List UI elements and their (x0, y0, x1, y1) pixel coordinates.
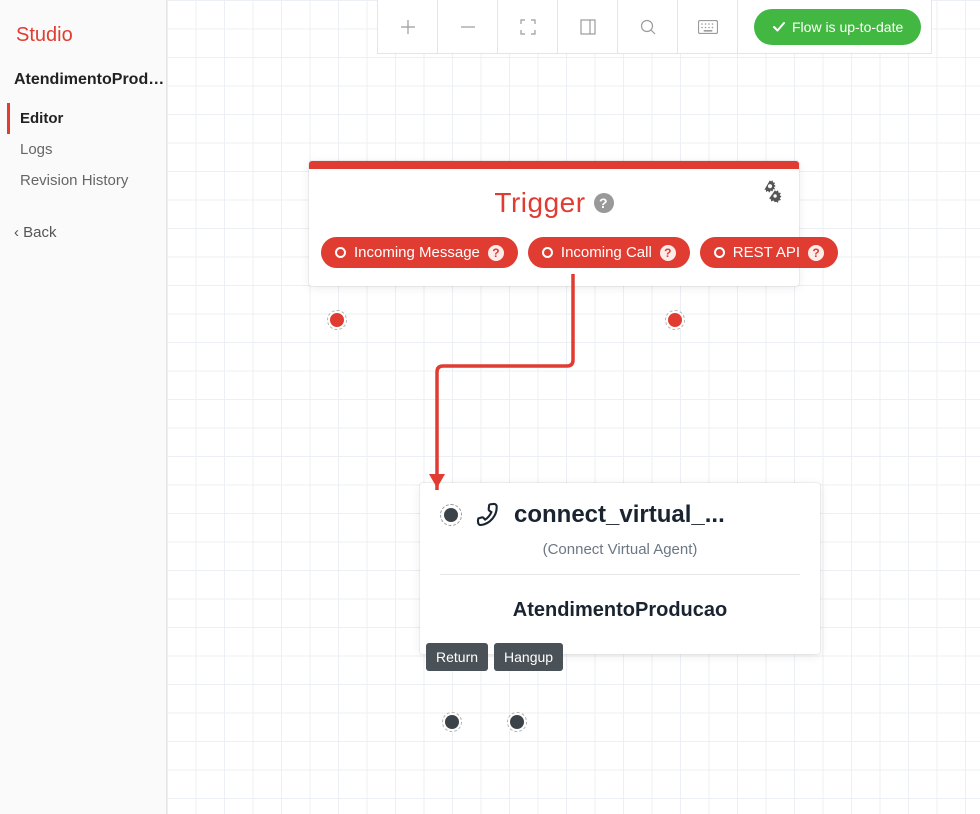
toolbar: Flow is up-to-date (377, 0, 932, 54)
widget-subtitle: (Connect Virtual Agent) (420, 541, 820, 574)
status-label: Flow is up-to-date (792, 19, 903, 35)
check-icon (772, 20, 786, 34)
widget-body: AtendimentoProducao (440, 574, 800, 654)
fullscreen-button[interactable] (498, 0, 558, 53)
panel-button[interactable] (558, 0, 618, 53)
connector-port[interactable] (442, 712, 462, 732)
keyboard-icon (698, 20, 718, 34)
connector-port[interactable] (327, 310, 347, 330)
sidebar-item-editor[interactable]: Editor (7, 103, 166, 134)
widget-node[interactable]: connect_virtual_... (Connect Virtual Age… (420, 483, 820, 654)
zoom-out-button[interactable] (438, 0, 498, 53)
help-icon[interactable]: ? (594, 193, 614, 213)
search-button[interactable] (618, 0, 678, 53)
sidebar-item-revision-history[interactable]: Revision History (10, 165, 166, 196)
output-label: Incoming Call (561, 244, 652, 261)
plus-icon (399, 18, 417, 36)
help-icon[interactable]: ? (808, 245, 824, 261)
flow-name: AtendimentoProducao (0, 71, 166, 103)
back-link[interactable]: ‹ Back (0, 196, 166, 241)
fullscreen-icon (519, 18, 537, 36)
widget-output-hangup[interactable]: Hangup (494, 643, 563, 671)
search-icon (639, 18, 657, 36)
port-icon (714, 247, 725, 258)
help-icon[interactable]: ? (488, 245, 504, 261)
chevron-left-icon: ‹ (14, 224, 23, 241)
gears-icon (759, 179, 785, 205)
brand-title: Studio (0, 16, 166, 71)
sidebar-item-logs[interactable]: Logs (10, 134, 166, 165)
input-port[interactable] (440, 504, 462, 526)
phone-icon (474, 501, 502, 529)
sidebar: Studio AtendimentoProducao Editor Logs R… (0, 0, 167, 814)
output-label: Incoming Message (354, 244, 480, 261)
back-label: Back (23, 224, 56, 241)
help-icon[interactable]: ? (660, 245, 676, 261)
trigger-output-incoming-call[interactable]: Incoming Call ? (528, 237, 690, 268)
flow-canvas[interactable] (167, 0, 980, 814)
port-icon (542, 247, 553, 258)
trigger-output-incoming-message[interactable]: Incoming Message ? (321, 237, 518, 268)
widget-output-return[interactable]: Return (426, 643, 488, 671)
connector-port[interactable] (665, 310, 685, 330)
trigger-title: Trigger (494, 187, 585, 219)
trigger-output-rest-api[interactable]: REST API ? (700, 237, 838, 268)
connector-port[interactable] (507, 712, 527, 732)
zoom-in-button[interactable] (378, 0, 438, 53)
port-icon (335, 247, 346, 258)
output-label: REST API (733, 244, 800, 261)
widget-title: connect_virtual_... (514, 501, 800, 529)
sidebar-items: Editor Logs Revision History (0, 103, 166, 196)
panel-icon (579, 18, 597, 36)
flow-status[interactable]: Flow is up-to-date (754, 9, 921, 45)
minus-icon (459, 18, 477, 36)
trigger-node[interactable]: Trigger ? (309, 161, 799, 286)
keyboard-button[interactable] (678, 0, 738, 53)
trigger-settings-button[interactable] (759, 179, 785, 210)
